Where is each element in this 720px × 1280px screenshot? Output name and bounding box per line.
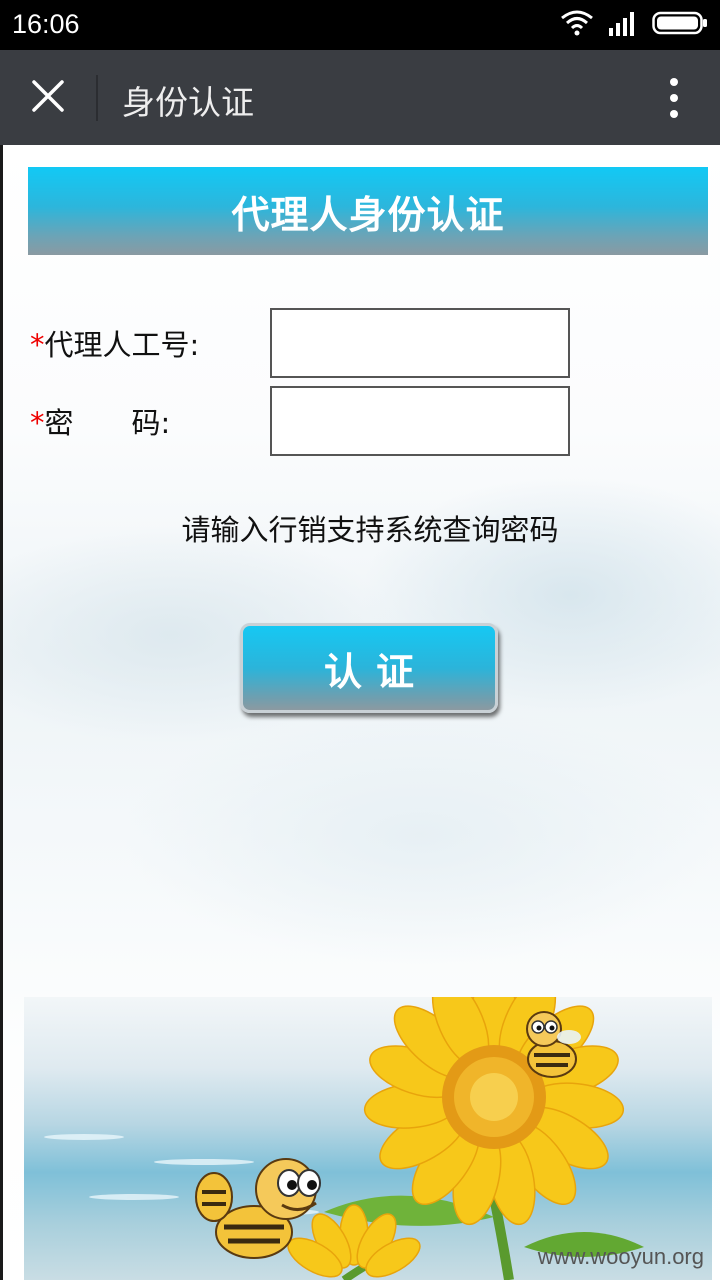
page-content: 代理人身份认证 *代理人工号: *密 码: 请输入行销支持系统查询密码 认证 w… — [0, 145, 720, 1280]
password-label-text: 密 码: — [44, 406, 171, 440]
sunflower-illustration — [44, 997, 644, 1280]
wifi-icon — [560, 10, 594, 40]
status-bar: 16:06 — [0, 0, 720, 50]
password-hint: 请输入行销支持系统查询密码 — [181, 513, 559, 547]
password-label: *密 码: — [30, 400, 170, 442]
title-divider — [96, 75, 98, 121]
status-icons — [560, 10, 708, 40]
agent-id-label-text: 代理人工号: — [44, 328, 200, 362]
verify-button[interactable]: 认证 — [240, 623, 498, 713]
page-title: 身份认证 — [122, 83, 254, 122]
cloud-decoration — [120, 705, 720, 965]
title-bar: 身份认证 — [0, 50, 720, 145]
agent-id-label: *代理人工号: — [30, 322, 199, 364]
required-mark: * — [30, 406, 45, 440]
watermark-text: www.wooyun.org — [537, 1244, 704, 1269]
status-time: 16:06 — [12, 9, 80, 39]
close-button[interactable] — [18, 68, 78, 128]
more-vertical-icon — [670, 78, 678, 86]
close-icon — [31, 79, 65, 117]
left-edge — [0, 145, 3, 1280]
form-header-title: 代理人身份认证 — [231, 192, 505, 237]
required-mark: * — [30, 328, 45, 362]
battery-icon — [652, 11, 708, 39]
more-options-button[interactable] — [654, 72, 694, 124]
form-header-banner: 代理人身份认证 — [28, 167, 708, 255]
password-row: *密 码: — [30, 386, 590, 456]
agent-id-row: *代理人工号: — [30, 308, 590, 378]
password-input[interactable] — [270, 386, 570, 456]
verify-button-label: 认证 — [323, 649, 428, 694]
signal-icon — [608, 10, 638, 40]
sunflower-banner-image: www.wooyun.org — [24, 997, 712, 1280]
agent-id-input[interactable] — [270, 308, 570, 378]
